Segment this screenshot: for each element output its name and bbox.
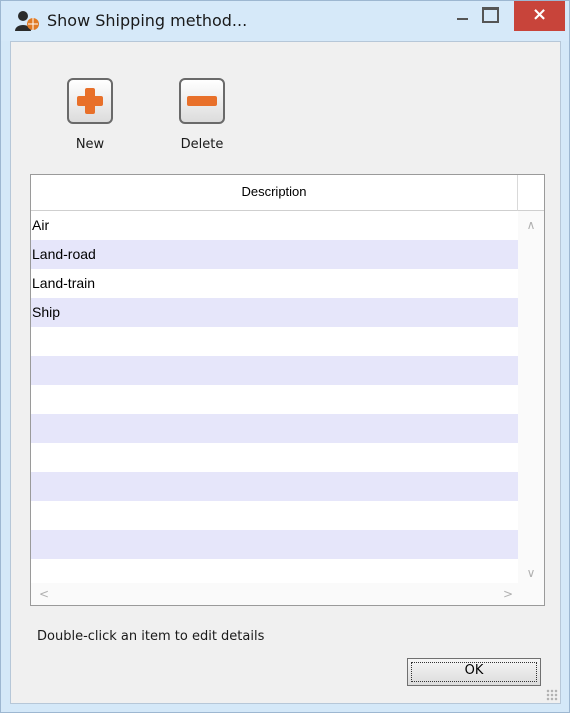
dialog-client-area: New Delete Description Air Land-road Land-… bbox=[10, 41, 561, 704]
table-row[interactable]: Ship bbox=[31, 298, 518, 327]
close-button[interactable]: × bbox=[514, 1, 565, 31]
table-row[interactable]: Air bbox=[31, 211, 518, 240]
edit-hint: Double-click an item to edit details bbox=[37, 629, 265, 644]
new-label: New bbox=[75, 137, 105, 152]
scroll-right-arrow-icon[interactable]: > bbox=[497, 583, 519, 605]
table-row[interactable] bbox=[31, 327, 518, 356]
delete-label: Delete bbox=[180, 137, 224, 152]
shipping-method-table[interactable]: Description Air Land-road Land-train Ship ∧… bbox=[30, 174, 545, 606]
table-row[interactable] bbox=[31, 443, 518, 472]
plus-icon bbox=[67, 78, 113, 124]
table-rows: Air Land-road Land-train Ship bbox=[31, 211, 518, 588]
dialog-window: Show Shipping method... × New Delete Des… bbox=[0, 0, 570, 713]
vertical-scrollbar[interactable]: ∧ ∨ bbox=[518, 211, 544, 583]
ok-button[interactable]: OK bbox=[407, 658, 541, 686]
minus-icon bbox=[179, 78, 225, 124]
plus-icon-glyph bbox=[77, 88, 103, 114]
new-button[interactable]: New bbox=[50, 78, 130, 152]
maximize-button[interactable] bbox=[467, 1, 511, 31]
table-row[interactable] bbox=[31, 501, 518, 530]
focus-rect bbox=[411, 662, 537, 682]
header-corner bbox=[518, 175, 544, 211]
title-bar[interactable]: Show Shipping method... × bbox=[1, 1, 569, 41]
table-row[interactable] bbox=[31, 385, 518, 414]
table-row[interactable] bbox=[31, 414, 518, 443]
scroll-up-arrow-icon[interactable]: ∧ bbox=[518, 215, 544, 235]
table-row[interactable]: Land-road bbox=[31, 240, 518, 269]
table-row[interactable]: Land-train bbox=[31, 269, 518, 298]
horizontal-scrollbar[interactable]: < > bbox=[31, 583, 544, 605]
window-title: Show Shipping method... bbox=[47, 11, 248, 30]
scroll-left-arrow-icon[interactable]: < bbox=[33, 583, 55, 605]
table-row[interactable] bbox=[31, 530, 518, 559]
table-row[interactable] bbox=[31, 472, 518, 501]
delete-button[interactable]: Delete bbox=[162, 78, 242, 152]
resize-grip-icon[interactable] bbox=[546, 689, 558, 701]
scroll-down-arrow-icon[interactable]: ∨ bbox=[518, 563, 544, 583]
column-header-description[interactable]: Description bbox=[31, 175, 518, 211]
user-globe-icon bbox=[15, 11, 39, 31]
table-row[interactable] bbox=[31, 356, 518, 385]
minus-icon-glyph bbox=[187, 96, 217, 106]
